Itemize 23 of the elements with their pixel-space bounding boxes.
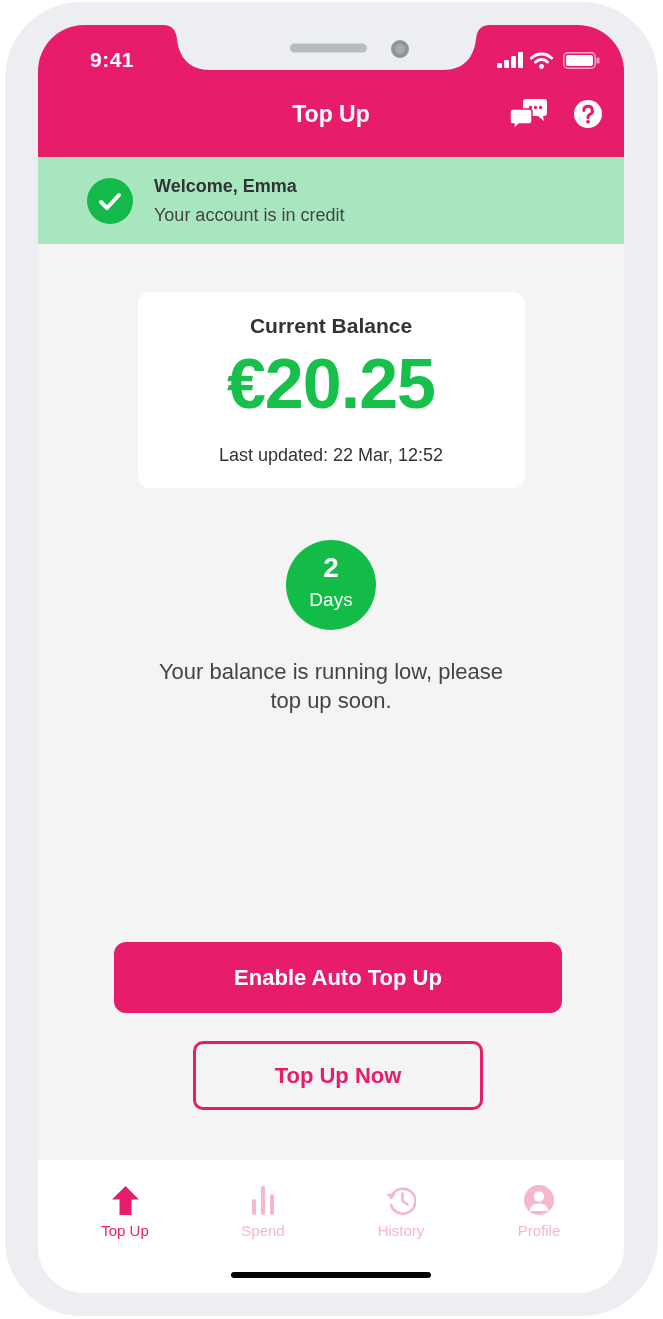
top-up-now-button[interactable]: Top Up Now — [193, 1041, 483, 1110]
welcome-title: Welcome, Emma — [154, 174, 298, 198]
balance-amount: €20.25 — [226, 348, 436, 420]
signal-icon — [497, 52, 523, 68]
account-status-text: Your account is in credit — [154, 203, 345, 227]
nav-tab[interactable]: Top Up — [101, 1185, 149, 1240]
chat-icon[interactable] — [510, 99, 547, 129]
status-time: 9:41 — [90, 48, 135, 72]
low-balance-message: Your balance is running low, please top up soon. — [157, 658, 505, 715]
balance-label: Current Balance — [249, 313, 413, 339]
arrow-up-icon — [111, 1186, 139, 1215]
days-label: Days — [309, 588, 353, 612]
screen-title: Top Up — [292, 100, 370, 128]
last-updated-text: Last updated: 22 Mar, 12:52 — [218, 444, 444, 467]
days-count: 2 — [323, 552, 339, 584]
wifi-icon — [530, 51, 553, 69]
battery-icon — [563, 51, 600, 69]
enable-auto-top-up-button[interactable]: Enable Auto Top Up — [114, 942, 562, 1013]
check-icon — [87, 177, 133, 224]
history-icon — [385, 1185, 417, 1215]
profile-icon — [524, 1185, 554, 1215]
help-icon[interactable] — [574, 100, 602, 128]
bar-chart-icon — [252, 1186, 274, 1215]
